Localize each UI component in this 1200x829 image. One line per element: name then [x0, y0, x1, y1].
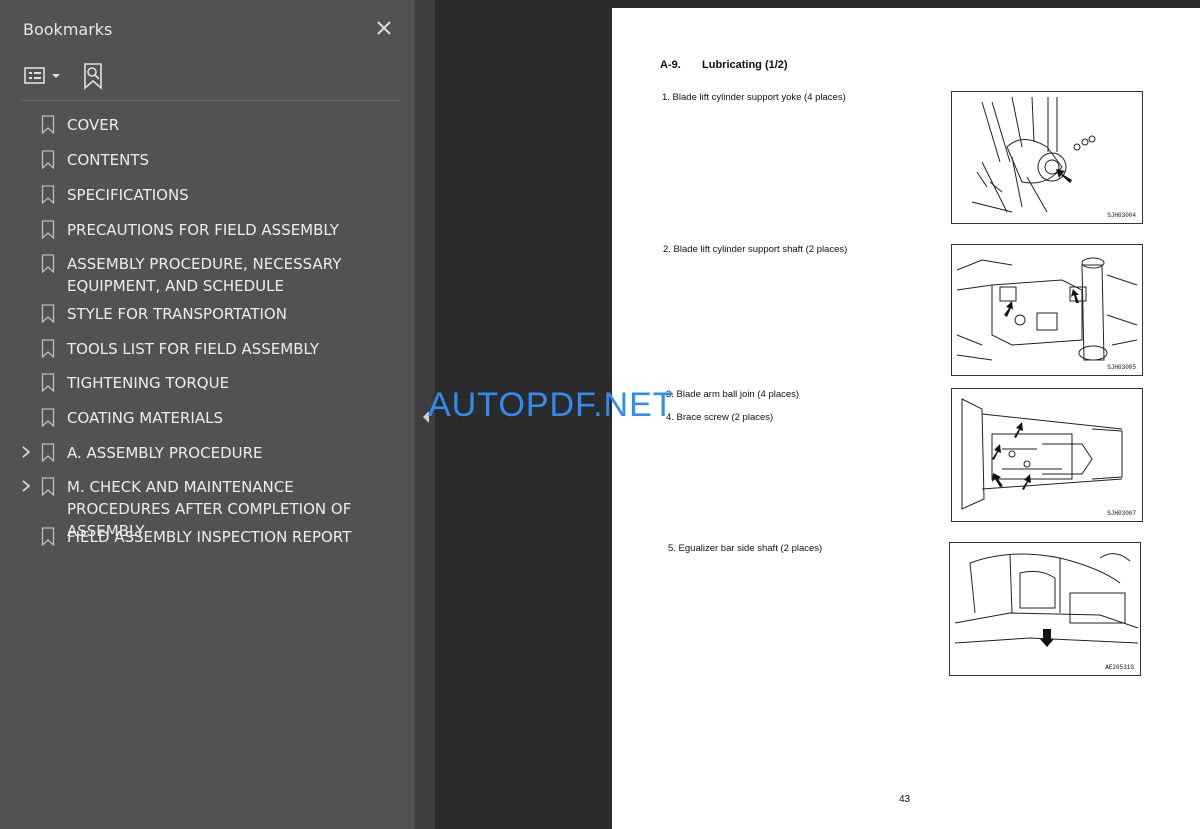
list-item: 1. Blade lift cylinder support yoke (4 p…	[662, 92, 846, 103]
bookmark-ribbon-icon	[41, 304, 55, 323]
find-bookmark-icon	[84, 63, 102, 90]
bookmark-ribbon-icon	[41, 408, 55, 427]
bookmark-ribbon-icon	[41, 115, 55, 134]
figure-1-drawing	[971, 96, 1096, 213]
bookmark-ribbon-icon	[41, 443, 55, 462]
section-number: A-9.	[660, 59, 681, 71]
bookmark-label: TOOLS LIST FOR FIELD ASSEMBLY	[67, 340, 320, 358]
panel-title: Bookmarks	[23, 20, 113, 39]
figure-code: SJH03005	[1107, 364, 1136, 371]
figure-code: SJH03004	[1107, 212, 1136, 219]
bookmark-ribbon-icon	[41, 339, 55, 358]
bookmark-ribbon-icon	[41, 185, 55, 204]
pdf-page: A-9. Lubricating (1/2) 1. Blade lift cyl…	[612, 8, 1200, 829]
list-item: 2. Blade lift cylinder support shaft (2 …	[663, 244, 848, 255]
close-panel-button[interactable]	[374, 18, 394, 38]
close-icon	[377, 21, 391, 35]
bookmark-label: PRECAUTIONS FOR FIELD ASSEMBLY	[67, 221, 339, 239]
bookmarks-panel: Bookmarks COVER CONTENTS SPECIFICATIONS PRE…	[0, 0, 415, 829]
figure-2-drawing	[956, 257, 1138, 361]
find-bookmark-button[interactable]	[82, 62, 104, 90]
bookmark-ribbon-icon	[41, 373, 55, 392]
bookmark-label: FIELD ASSEMBLY INSPECTION REPORT	[67, 528, 352, 546]
list-item: 4. Brace screw (2 places)	[666, 412, 774, 423]
bookmark-label: ASSEMBLY PROCEDURE, NECESSARY EQUIPMENT,…	[67, 255, 342, 295]
bookmark-label: SPECIFICATIONS	[67, 186, 189, 204]
bookmark-options-button[interactable]	[23, 64, 63, 88]
figure-equalizer-bar: AE20531G	[949, 542, 1141, 676]
bookmark-label: COVER	[67, 116, 120, 134]
bookmark-ribbon-icon	[41, 254, 55, 273]
toolbar-divider	[21, 100, 400, 101]
bookmark-label: A. ASSEMBLY PROCEDURE	[67, 444, 263, 462]
bookmark-ribbon-icon	[41, 477, 55, 496]
options-icon	[24, 67, 60, 84]
figure-support-yoke: SJH03004	[951, 91, 1143, 224]
figure-4-drawing	[954, 553, 1139, 647]
figure-support-shaft: SJH03005	[951, 244, 1143, 376]
page-number: 43	[899, 794, 911, 805]
figure-3-drawing	[961, 398, 1123, 510]
bookmark-ribbon-icon	[41, 220, 55, 239]
watermark-text: AUTOPDF.NET	[428, 386, 675, 424]
figure-code: AE20531G	[1105, 664, 1134, 671]
bookmark-ribbon-icon	[41, 150, 55, 169]
chevron-right-icon[interactable]	[20, 478, 32, 494]
list-item: 5. Egualizer bar side shaft (2 places)	[668, 543, 823, 554]
bookmark-label: CONTENTS	[67, 151, 150, 169]
section-title: Lubricating (1/2)	[702, 59, 788, 71]
bookmark-ribbon-icon	[41, 527, 55, 546]
bookmark-label: COATING MATERIALS	[67, 409, 223, 427]
bookmark-label: TIGHTENING TORQUE	[67, 374, 230, 392]
figure-ball-joint: SJH03007	[951, 388, 1143, 522]
figure-code: SJH03007	[1107, 510, 1136, 517]
list-item: 3. Blade arm ball join (4 places)	[666, 389, 800, 400]
chevron-right-icon[interactable]	[20, 444, 32, 460]
bookmark-label: STYLE FOR TRANSPORTATION	[67, 305, 287, 323]
